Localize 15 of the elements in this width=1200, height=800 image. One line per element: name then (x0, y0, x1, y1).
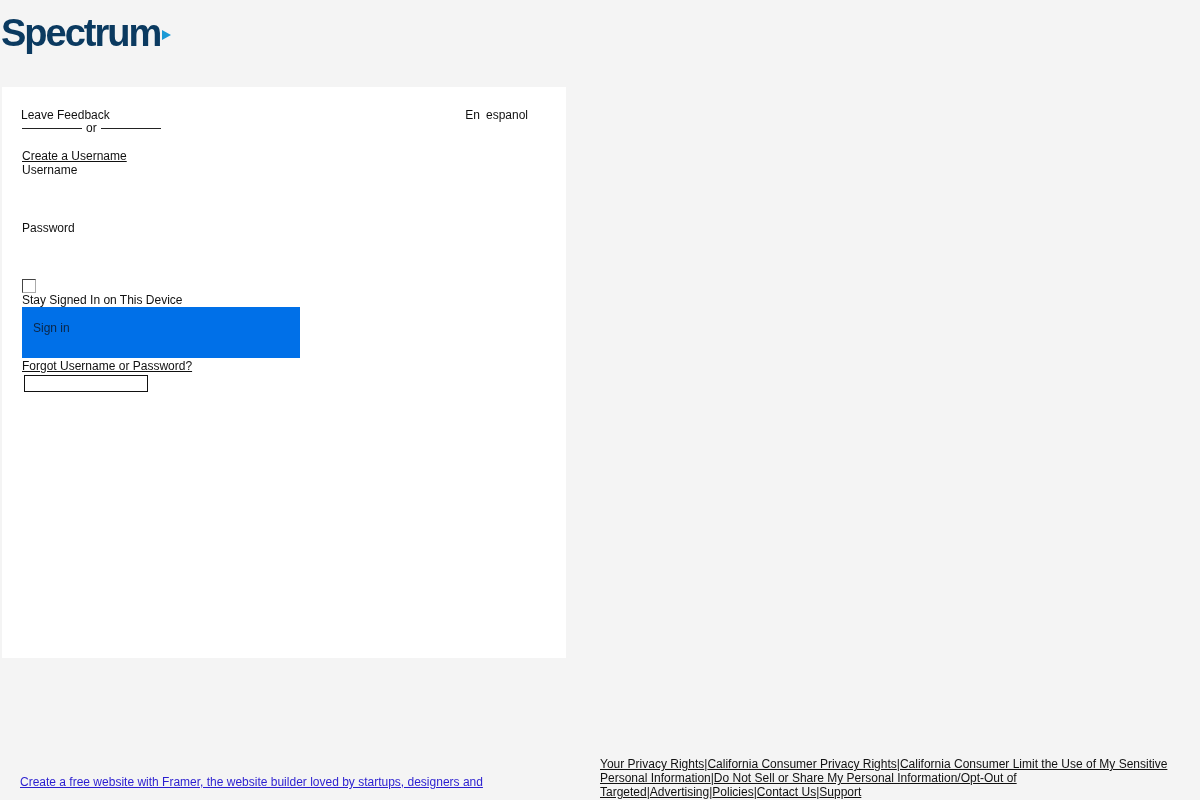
framer-link[interactable]: Create a free website with Framer, the website builder loved by startups, designers and (20, 775, 483, 789)
password-label: Password (22, 221, 75, 235)
stay-signed-in-checkbox[interactable] (22, 279, 36, 293)
language-option[interactable]: espanol (485, 108, 528, 122)
create-username-link[interactable]: Create a Username (22, 149, 127, 163)
username-label: Username (22, 163, 78, 177)
legal-links[interactable]: Your Privacy Rights|California Consumer Privacy Rights|California Consumer Limit the Use of My Sensitive Personal Information|Do Not Sell or Share My Personal Information/Opt-Out of Targeted|Advertising|Policies|Contact Us|Support (600, 757, 1180, 799)
divider-label: or (86, 122, 97, 134)
stay-signed-in-label: Stay Signed In on This Device (22, 293, 183, 307)
triangle-icon (162, 30, 172, 40)
leave-feedback-link[interactable]: Leave Feedback (21, 108, 110, 122)
input-field[interactable] (24, 375, 148, 392)
logo-wordmark: Spectrum (1, 14, 161, 52)
language-option[interactable]: En (465, 108, 480, 122)
forgot-credentials-link[interactable]: Forgot Username or Password? (22, 359, 193, 373)
